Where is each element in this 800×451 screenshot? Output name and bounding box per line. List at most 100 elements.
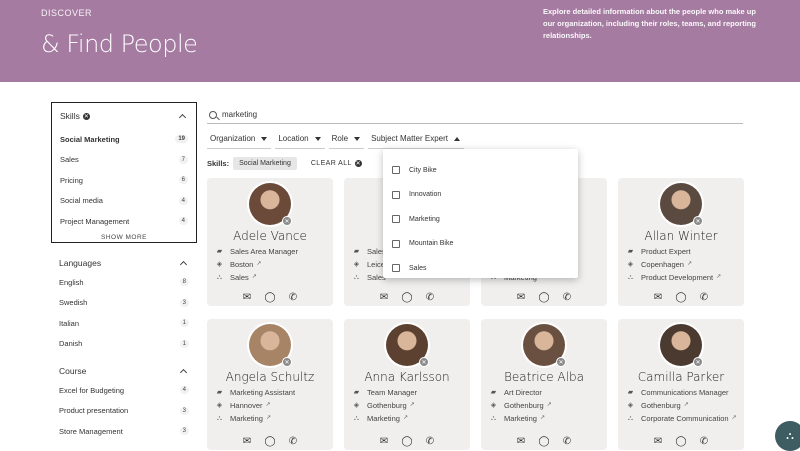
person-location-row[interactable]: ◈ Boston ↗ <box>215 260 329 273</box>
phone-icon[interactable]: ✆ <box>698 292 711 303</box>
checkbox[interactable] <box>392 239 400 248</box>
facet-item-swedish[interactable]: Swedish 3 <box>59 293 189 314</box>
clear-skills-icon[interactable]: ✕ <box>82 112 90 120</box>
external-link-icon[interactable]: ↗ <box>732 414 737 423</box>
facet-item-pricing[interactable]: Pricing 6 <box>60 170 188 191</box>
facet-item-store-management[interactable]: Store Management 3 <box>59 421 189 442</box>
external-link-icon[interactable]: ↗ <box>403 414 408 423</box>
phone-icon[interactable]: ✆ <box>561 292 574 303</box>
person-department[interactable]: Marketing <box>367 414 400 423</box>
person-card[interactable]: ✕ Allan Winter ▰ Product Expert ◈ Copenhag… <box>618 178 744 306</box>
mail-icon[interactable]: ✉ <box>378 436 391 447</box>
chevron-up-icon[interactable] <box>178 113 187 122</box>
avatar[interactable]: ✕ <box>247 322 293 368</box>
facet-item-english[interactable]: English 8 <box>59 272 189 293</box>
person-department-row[interactable]: ⛬ Marketing↗ <box>352 414 466 427</box>
dropdown-option-city-bike[interactable]: City Bike <box>383 158 578 183</box>
phone-icon[interactable]: ✆ <box>287 436 300 447</box>
external-link-icon[interactable]: ↗ <box>252 273 257 282</box>
person-name[interactable]: Allan Winter <box>618 229 744 243</box>
facet-item-italian[interactable]: Italian 1 <box>59 313 189 334</box>
mail-icon[interactable]: ✉ <box>515 436 528 447</box>
mail-icon[interactable]: ✉ <box>241 292 254 303</box>
active-filter-chip[interactable]: Social Marketing <box>233 157 297 170</box>
dropdown-option-marketing[interactable]: Marketing <box>383 207 578 232</box>
checkbox[interactable] <box>392 190 400 199</box>
phone-icon[interactable]: ✆ <box>561 436 574 447</box>
phone-icon[interactable]: ✆ <box>698 436 711 447</box>
person-department-row[interactable]: ⛬ Sales↗ <box>215 273 329 286</box>
phone-icon[interactable]: ✆ <box>424 436 437 447</box>
external-link-icon[interactable]: ↗ <box>410 401 415 410</box>
facet-item-danish[interactable]: Danish 1 <box>59 334 189 355</box>
external-link-icon[interactable]: ↗ <box>266 414 271 423</box>
chevron-up-icon[interactable] <box>179 368 188 377</box>
facet-course-header[interactable]: Course <box>59 364 189 378</box>
facet-item-social-media[interactable]: Social media 4 <box>60 191 188 212</box>
person-name[interactable]: Anna Karlsson <box>344 370 470 384</box>
search-input[interactable] <box>222 110 522 119</box>
dropdown-option-mountain-bike[interactable]: Mountain Bike <box>383 232 578 257</box>
checkbox[interactable] <box>392 215 400 224</box>
avatar[interactable]: ✕ <box>247 181 293 227</box>
mail-icon[interactable]: ✉ <box>378 292 391 303</box>
person-name[interactable]: Beatrice Alba <box>481 370 607 384</box>
person-card[interactable]: ✕ Beatrice Alba ▰ Art Director ◈ Gothenbur… <box>481 319 607 450</box>
person-location[interactable]: Boston <box>230 260 253 269</box>
person-location-row[interactable]: ◈ Gothenburg ↗ <box>626 401 740 414</box>
filter-role[interactable]: Role <box>328 131 365 149</box>
filter-subject-matter-expert[interactable]: Subject Matter Expert <box>368 131 464 149</box>
person-card[interactable]: ✕ Adele Vance ▰ Sales Area Manager ◈ Bosto… <box>207 178 333 306</box>
mail-icon[interactable]: ✉ <box>241 436 254 447</box>
chat-icon[interactable]: ◯ <box>401 436 414 447</box>
person-name[interactable]: Adele Vance <box>207 229 333 243</box>
person-department-row[interactable]: ⛬ Marketing↗ <box>489 414 603 427</box>
person-department-row[interactable]: ⛬ Product Development ↗ <box>626 273 740 286</box>
filter-organization[interactable]: Organization <box>207 131 272 149</box>
facet-item-sales[interactable]: Sales 7 <box>60 150 188 171</box>
person-name[interactable]: Angela Schultz <box>207 370 333 384</box>
chat-icon[interactable]: ◯ <box>264 436 277 447</box>
person-department[interactable]: Corporate Communication <box>641 414 729 423</box>
avatar[interactable]: ✕ <box>658 322 704 368</box>
dropdown-option-innovation[interactable]: Innovation <box>383 183 578 208</box>
external-link-icon[interactable]: ↗ <box>256 260 261 269</box>
chat-icon[interactable]: ◯ <box>675 436 688 447</box>
person-department[interactable]: Sales <box>230 273 249 282</box>
chat-icon[interactable]: ◯ <box>675 292 688 303</box>
facet-item-project-management[interactable]: Project Management 4 <box>60 211 188 232</box>
person-location-row[interactable]: ◈ Gothenburg ↗ <box>489 401 603 414</box>
show-more-button[interactable]: SHOW MORE <box>60 234 188 241</box>
person-location[interactable]: Gothenburg <box>367 401 407 410</box>
avatar[interactable]: ✕ <box>521 322 567 368</box>
external-link-icon[interactable]: ↗ <box>684 401 689 410</box>
person-department[interactable]: Marketing <box>504 414 537 423</box>
facet-item-social-marketing[interactable]: Social Marketing 19 <box>60 129 188 150</box>
clear-all-button[interactable]: CLEAR ALL ✕ <box>311 160 362 167</box>
facet-skills-header[interactable]: Skills ✕ <box>60 109 188 123</box>
phone-icon[interactable]: ✆ <box>287 292 300 303</box>
mail-icon[interactable]: ✉ <box>652 436 665 447</box>
person-location-row[interactable]: ◈ Gothenburg ↗ <box>352 401 466 414</box>
person-location[interactable]: Gothenburg <box>504 401 544 410</box>
checkbox[interactable] <box>392 166 400 175</box>
phone-icon[interactable]: ✆ <box>424 292 437 303</box>
person-card[interactable]: ✕ Anna Karlsson ▰ Team Manager ◈ Gothenbur… <box>344 319 470 450</box>
org-chart-button[interactable]: ⛬ <box>775 421 800 451</box>
chat-icon[interactable]: ◯ <box>538 292 551 303</box>
facet-languages-header[interactable]: Languages <box>59 256 189 270</box>
external-link-icon[interactable]: ↗ <box>540 414 545 423</box>
dropdown-option-sales[interactable]: Sales <box>383 256 578 281</box>
external-link-icon[interactable]: ↗ <box>716 273 721 282</box>
facet-item-product-presentation[interactable]: Product presentation 3 <box>59 401 189 422</box>
avatar[interactable]: ✕ <box>384 322 430 368</box>
chat-icon[interactable]: ◯ <box>538 436 551 447</box>
facet-item-excel[interactable]: Excel for Budgeting 4 <box>59 380 189 401</box>
person-department[interactable]: Product Development <box>641 273 713 282</box>
person-department[interactable]: Marketing <box>230 414 263 423</box>
person-location[interactable]: Gothenburg <box>641 401 681 410</box>
filter-location[interactable]: Location <box>275 131 325 149</box>
external-link-icon[interactable]: ↗ <box>687 260 692 269</box>
mail-icon[interactable]: ✉ <box>515 292 528 303</box>
person-location[interactable]: Hannover <box>230 401 263 410</box>
